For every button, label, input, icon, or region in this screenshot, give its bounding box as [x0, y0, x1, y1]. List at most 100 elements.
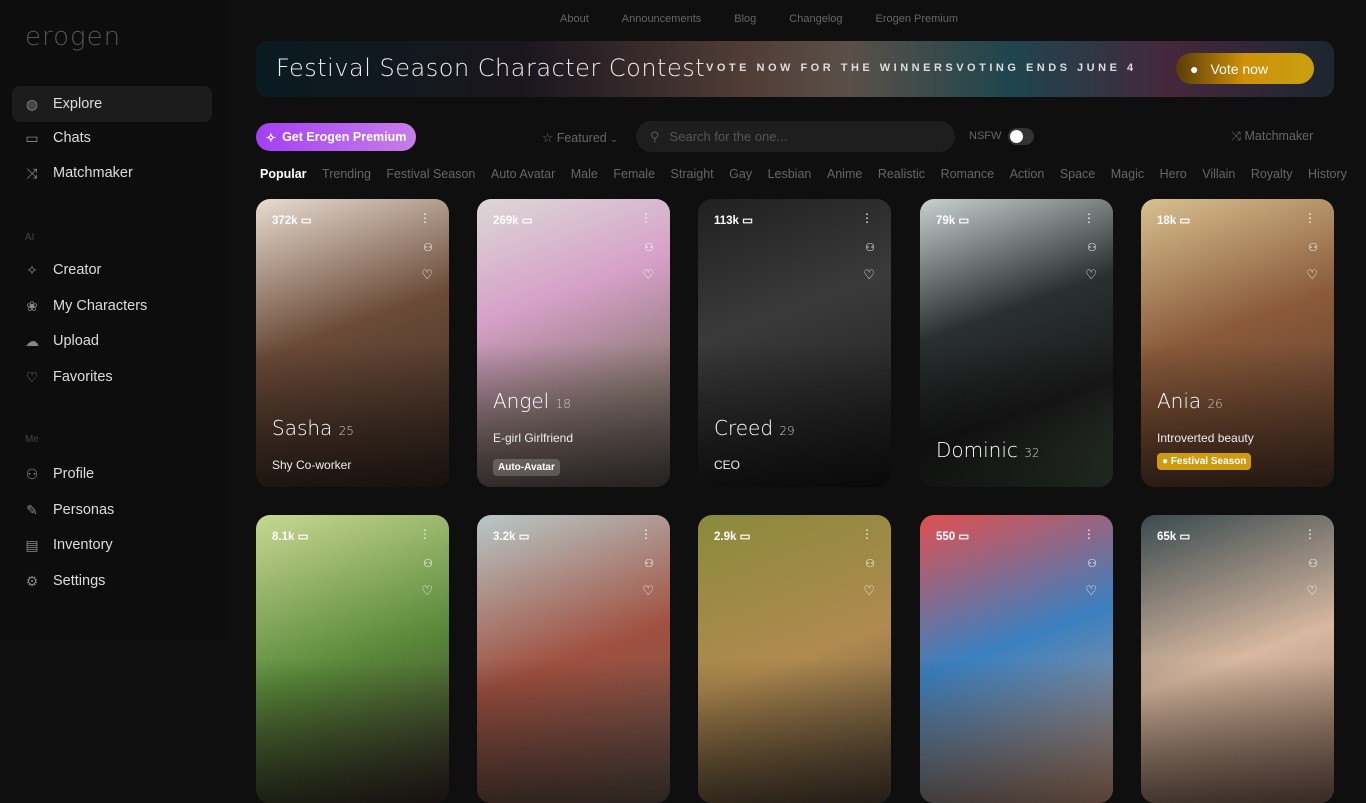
user-icon: ⚇ — [25, 465, 39, 482]
user-icon[interactable]: ⚇ — [644, 241, 654, 254]
more-icon[interactable]: ⋮ — [1083, 211, 1095, 225]
search-icon: ⚲ — [650, 128, 660, 144]
get-premium-button[interactable]: ✧ Get Erogen Premium — [256, 123, 416, 151]
heart-icon[interactable]: ♡ — [1306, 267, 1318, 283]
character-description: CEO — [714, 458, 741, 472]
heart-icon[interactable]: ♡ — [1306, 583, 1318, 599]
heart-icon[interactable]: ♡ — [863, 583, 875, 599]
character-card[interactable]: 79k ▭ ⋮ ⚇ ♡ Dominic 32 — [920, 199, 1113, 487]
character-card[interactable]: 65k ▭ ⋮ ⚇ ♡ — [1141, 515, 1334, 803]
tab-villain[interactable]: Villain — [1202, 167, 1235, 181]
sparkle-icon: ✧ — [265, 130, 277, 145]
tab-straight[interactable]: Straight — [671, 167, 714, 181]
sidebar-item-favorites[interactable]: ♡ Favorites — [12, 359, 212, 395]
tab-popular[interactable]: Popular — [260, 167, 307, 181]
tab-history[interactable]: History — [1308, 167, 1347, 181]
circles-icon: ❀ — [26, 297, 38, 314]
nav-premium[interactable]: Erogen Premium — [876, 13, 959, 25]
character-card[interactable]: 269k ▭ ⋮ ⚇ ♡ Angel 18 E-girl Girlfriend Aut… — [477, 199, 670, 487]
nsfw-toggle[interactable] — [1008, 128, 1034, 145]
sidebar-item-my-characters[interactable]: ❀ My Characters — [12, 288, 212, 324]
chat-count: 8.1k ▭ — [272, 531, 309, 543]
nav-blog[interactable]: Blog — [734, 13, 756, 25]
sidebar-item-upload[interactable]: ☁ Upload — [12, 323, 212, 359]
sidebar-item-inventory[interactable]: ▤ Inventory — [12, 527, 212, 563]
nav-announcements[interactable]: Announcements — [622, 13, 702, 25]
more-icon[interactable]: ⋮ — [861, 527, 873, 541]
user-icon[interactable]: ⚇ — [1087, 557, 1097, 570]
character-card[interactable]: 3.2k ▭ ⋮ ⚇ ♡ — [477, 515, 670, 803]
label: Upload — [53, 333, 99, 349]
character-card[interactable]: 372k ▭ ⋮ ⚇ ♡ Sasha 25 Shy Co-worker — [256, 199, 449, 487]
sidebar-item-profile[interactable]: ⚇ Profile — [12, 456, 212, 492]
sidebar-item-matchmaker[interactable]: ⤨ Matchmaker — [12, 155, 212, 191]
tab-festival-season[interactable]: Festival Season — [386, 167, 475, 181]
tab-realistic[interactable]: Realistic — [878, 167, 925, 181]
matchmaker-button[interactable]: ⤨ Matchmaker — [1231, 129, 1313, 144]
sidebar-item-personas[interactable]: ✎ Personas — [12, 492, 212, 528]
tab-magic[interactable]: Magic — [1111, 167, 1144, 181]
more-icon[interactable]: ⋮ — [419, 211, 431, 225]
character-card[interactable]: 113k ▭ ⋮ ⚇ ♡ Creed 29 CEO — [698, 199, 891, 487]
tab-trending[interactable]: Trending — [322, 167, 371, 181]
character-card[interactable]: 8.1k ▭ ⋮ ⚇ ♡ — [256, 515, 449, 803]
tab-gay[interactable]: Gay — [729, 167, 752, 181]
user-icon[interactable]: ⚇ — [1087, 241, 1097, 254]
tab-female[interactable]: Female — [613, 167, 655, 181]
user-icon[interactable]: ⚇ — [865, 241, 875, 254]
tab-action[interactable]: Action — [1010, 167, 1045, 181]
user-icon[interactable]: ⚇ — [865, 557, 875, 570]
heart-icon[interactable]: ♡ — [421, 267, 433, 283]
sidebar-item-settings[interactable]: ⚙ Settings — [12, 563, 212, 599]
vote-now-button[interactable]: ● Vote now — [1176, 53, 1314, 84]
contest-banner[interactable]: Festival Season Character Contest VOTE N… — [256, 41, 1334, 97]
heart-icon[interactable]: ♡ — [421, 583, 433, 599]
tab-anime[interactable]: Anime — [827, 167, 862, 181]
tab-male[interactable]: Male — [571, 167, 598, 181]
heart-icon[interactable]: ♡ — [863, 267, 875, 283]
more-icon[interactable]: ⋮ — [640, 211, 652, 225]
character-description: E-girl Girlfriend — [493, 431, 574, 445]
heart-icon[interactable]: ♡ — [642, 583, 654, 599]
tab-lesbian[interactable]: Lesbian — [768, 167, 812, 181]
logo[interactable]: erogen — [25, 22, 121, 52]
nav-changelog[interactable]: Changelog — [789, 13, 842, 25]
character-card[interactable]: 18k ▭ ⋮ ⚇ ♡ Ania 26 Introverted beauty ● Fe… — [1141, 199, 1334, 487]
character-name: Sasha 25 — [272, 416, 354, 440]
user-icon[interactable]: ⚇ — [1308, 241, 1318, 254]
top-nav: About Announcements Blog Changelog Eroge… — [560, 13, 958, 25]
category-tabs: Popular Trending Festival Season Auto Avata… — [260, 167, 1347, 181]
tab-royalty[interactable]: Royalty — [1251, 167, 1293, 181]
more-icon[interactable]: ⋮ — [1304, 211, 1316, 225]
tab-hero[interactable]: Hero — [1160, 167, 1187, 181]
heart-icon[interactable]: ♡ — [642, 267, 654, 283]
more-icon[interactable]: ⋮ — [861, 211, 873, 225]
label: Get Erogen Premium — [282, 130, 407, 144]
featured-dropdown[interactable]: ☆ Featured ⌄ — [542, 130, 618, 145]
chat-icon: ▭ — [518, 531, 530, 543]
more-icon[interactable]: ⋮ — [419, 527, 431, 541]
user-icon[interactable]: ⚇ — [423, 557, 433, 570]
tab-space[interactable]: Space — [1060, 167, 1095, 181]
character-age: 25 — [338, 424, 354, 438]
more-icon[interactable]: ⋮ — [1083, 527, 1095, 541]
tab-auto-avatar[interactable]: Auto Avatar — [491, 167, 555, 181]
nav-about[interactable]: About — [560, 13, 589, 25]
user-icon[interactable]: ⚇ — [1308, 557, 1318, 570]
tab-romance[interactable]: Romance — [941, 167, 995, 181]
heart-icon[interactable]: ♡ — [1085, 267, 1097, 283]
character-card[interactable]: 2.9k ▭ ⋮ ⚇ ♡ — [698, 515, 891, 803]
more-icon[interactable]: ⋮ — [1304, 527, 1316, 541]
user-icon[interactable]: ⚇ — [644, 557, 654, 570]
more-icon[interactable]: ⋮ — [640, 527, 652, 541]
sidebar-item-explore[interactable]: ◍ Explore — [12, 86, 212, 122]
heart-icon: ♡ — [25, 368, 39, 385]
search-input[interactable] — [669, 129, 930, 144]
label: Favorites — [53, 369, 113, 385]
character-card[interactable]: 550 ▭ ⋮ ⚇ ♡ — [920, 515, 1113, 803]
user-icon[interactable]: ⚇ — [423, 241, 433, 254]
heart-icon[interactable]: ♡ — [1085, 583, 1097, 599]
sidebar-item-creator[interactable]: ✧ Creator — [12, 252, 212, 288]
chat-icon: ▭ — [521, 215, 533, 227]
sidebar-item-chats[interactable]: ▭ Chats — [12, 120, 212, 156]
